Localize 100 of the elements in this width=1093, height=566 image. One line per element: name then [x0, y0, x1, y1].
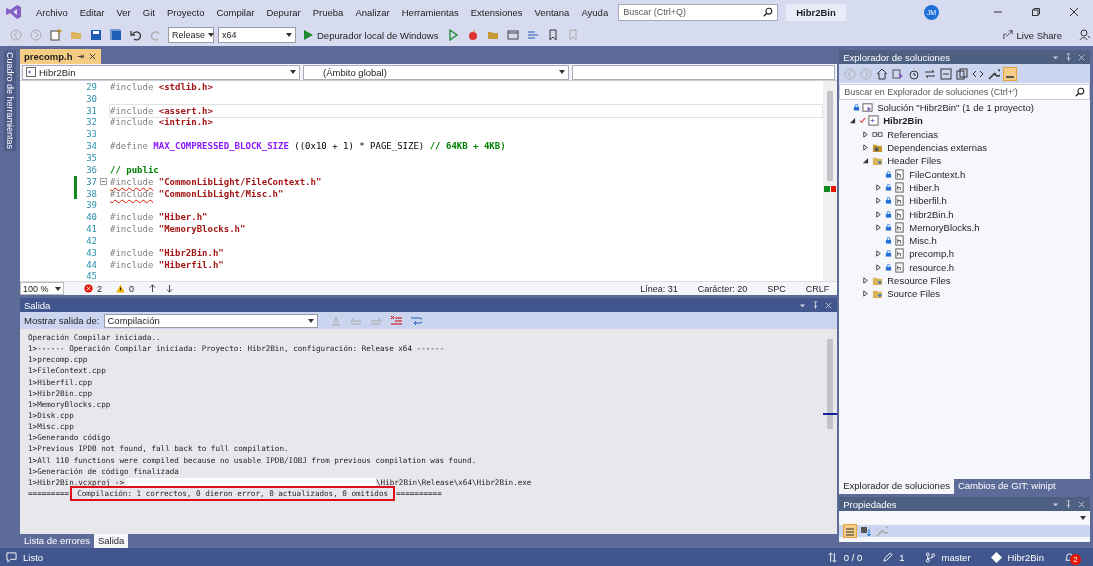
- caret-icon[interactable]: [286, 33, 292, 37]
- bookmark-icon[interactable]: [547, 29, 560, 41]
- tree-item[interactable]: precomp.h: [839, 247, 1090, 261]
- search-field[interactable]: Buscar en Explorador de soluciones (Ctrl+'): [839, 84, 1090, 100]
- menu-item[interactable]: Analizar: [349, 6, 396, 18]
- switch-view-icon[interactable]: [892, 67, 905, 80]
- pencil-icon[interactable]: [882, 551, 894, 563]
- caret-icon[interactable]: [307, 318, 314, 323]
- menu-item[interactable]: Compilar: [210, 6, 261, 18]
- output-source-dropdown[interactable]: Compilación: [103, 313, 318, 328]
- tree-item[interactable]: MemoryBlocks.h: [839, 220, 1090, 234]
- caret-icon[interactable]: [208, 33, 215, 37]
- menu-item[interactable]: Ayuda: [575, 6, 615, 18]
- tree-item[interactable]: resource.h: [839, 260, 1090, 274]
- tree-item[interactable]: Resource Files: [839, 273, 1090, 288]
- search-field[interactable]: Buscar (Ctrl+Q): [618, 3, 779, 21]
- save-icon[interactable]: [90, 29, 102, 41]
- caret-icon[interactable]: [55, 286, 61, 291]
- copy-icon[interactable]: [956, 67, 969, 80]
- collapsed-icon[interactable]: [875, 183, 883, 191]
- menu-item[interactable]: Git: [136, 6, 161, 18]
- collapsed-icon[interactable]: [875, 210, 883, 218]
- save-all-icon[interactable]: [110, 29, 122, 41]
- collapsed-icon[interactable]: [862, 277, 870, 284]
- project-dropdown[interactable]: Hibr2Bin: [22, 64, 300, 80]
- collapsed-icon[interactable]: [875, 197, 883, 205]
- menu-item[interactable]: Herramientas: [395, 6, 465, 18]
- up-arrow-icon[interactable]: [148, 284, 157, 293]
- error-count[interactable]: 2: [97, 283, 102, 294]
- sort-icon[interactable]: [826, 551, 838, 563]
- sync-status[interactable]: 0 / 0: [843, 551, 863, 563]
- restore-icon[interactable]: [1031, 7, 1041, 17]
- caret-icon[interactable]: [559, 70, 565, 74]
- collapsed-icon[interactable]: [875, 223, 883, 231]
- preview-icon[interactable]: [1004, 67, 1017, 80]
- categorized-icon[interactable]: [844, 525, 857, 537]
- menu-item[interactable]: Ver: [110, 6, 137, 18]
- cursor-info[interactable]: SPC: [767, 283, 786, 294]
- bell-icon[interactable]: [1064, 551, 1075, 563]
- cursor-info[interactable]: Línea: 31: [640, 283, 678, 294]
- live-share-button[interactable]: Live Share: [999, 29, 1065, 41]
- menu-item[interactable]: Proyecto: [160, 6, 211, 18]
- platform-dropdown[interactable]: x64: [218, 27, 296, 43]
- cursor-info[interactable]: Carácter: 20: [697, 283, 748, 294]
- close-icon[interactable]: [824, 300, 834, 310]
- document-tab[interactable]: precomp.h: [20, 49, 101, 64]
- collapsed-icon[interactable]: [875, 263, 883, 271]
- logo-icon[interactable]: [6, 4, 22, 20]
- close-icon[interactable]: [87, 52, 97, 61]
- sync-icon[interactable]: [924, 67, 937, 80]
- menu-item[interactable]: Archivo: [30, 6, 74, 18]
- menu-item[interactable]: Editar: [73, 6, 111, 18]
- play-outline-icon[interactable]: [447, 29, 460, 41]
- collapsed-icon[interactable]: [875, 250, 883, 258]
- history-icon[interactable]: [908, 67, 921, 80]
- configuration-dropdown[interactable]: Release: [168, 27, 214, 43]
- zoom-dropdown[interactable]: 100 %: [20, 282, 64, 295]
- close-icon[interactable]: [1069, 7, 1079, 17]
- tree-item[interactable]: Header Files: [839, 154, 1090, 168]
- panel-tab[interactable]: Lista de errores: [20, 534, 94, 549]
- start-debug-button[interactable]: Depurador local de Windows: [300, 29, 442, 41]
- repository-icon[interactable]: [990, 551, 1002, 563]
- window-icon[interactable]: [507, 29, 520, 41]
- toolbox-tab[interactable]: Cuadro de herramientas: [4, 50, 16, 152]
- down-arrow-icon[interactable]: [165, 284, 174, 293]
- caret-icon[interactable]: [1080, 516, 1086, 520]
- tree-item[interactable]: Misc.h: [839, 233, 1090, 248]
- menu-item[interactable]: Prueba: [306, 6, 350, 18]
- collapsed-icon[interactable]: [862, 130, 870, 138]
- collapse-icon[interactable]: [100, 178, 108, 186]
- undo-icon[interactable]: [130, 29, 142, 41]
- menu-item[interactable]: Extensiones: [464, 6, 529, 18]
- scrollbar[interactable]: [823, 81, 838, 281]
- panel-tab[interactable]: Explorador de soluciones: [839, 479, 954, 494]
- branch-name[interactable]: master: [941, 551, 971, 563]
- error-icon[interactable]: [84, 284, 93, 293]
- feedback-icon[interactable]: [1079, 29, 1091, 41]
- menu-item[interactable]: Ventana: [528, 6, 576, 18]
- tree-item[interactable]: FileContext.h: [839, 167, 1090, 181]
- collapsed-icon[interactable]: [862, 144, 870, 152]
- collapsed-icon[interactable]: [862, 290, 870, 298]
- tree-item[interactable]: Solución "Hibr2Bin" (1 de 1 proyecto): [839, 101, 1090, 115]
- tree-item[interactable]: Hibr2Bin: [839, 114, 1090, 128]
- scope-dropdown[interactable]: (Ámbito global): [303, 64, 569, 80]
- branch-icon[interactable]: [924, 551, 936, 563]
- menu-item[interactable]: Depurar: [260, 6, 307, 18]
- warning-icon[interactable]: [116, 284, 125, 293]
- warning-count[interactable]: 0: [129, 283, 134, 294]
- hot-reload-icon[interactable]: [467, 29, 480, 41]
- expanded-icon[interactable]: [862, 157, 870, 165]
- changes-count[interactable]: 1: [899, 551, 905, 563]
- panel-tab[interactable]: Cambios de GIT: winipt: [953, 479, 1060, 494]
- tree-item[interactable]: Dependencias externas: [839, 140, 1090, 155]
- tree-item[interactable]: Referencias: [839, 127, 1090, 141]
- word-wrap-icon[interactable]: [409, 314, 422, 327]
- collapse-all-icon[interactable]: [940, 67, 953, 80]
- expanded-icon[interactable]: [849, 117, 857, 125]
- home-icon[interactable]: [876, 67, 889, 80]
- alphabetical-icon[interactable]: [860, 525, 873, 537]
- tree-item[interactable]: Hibr2Bin.h: [839, 207, 1090, 221]
